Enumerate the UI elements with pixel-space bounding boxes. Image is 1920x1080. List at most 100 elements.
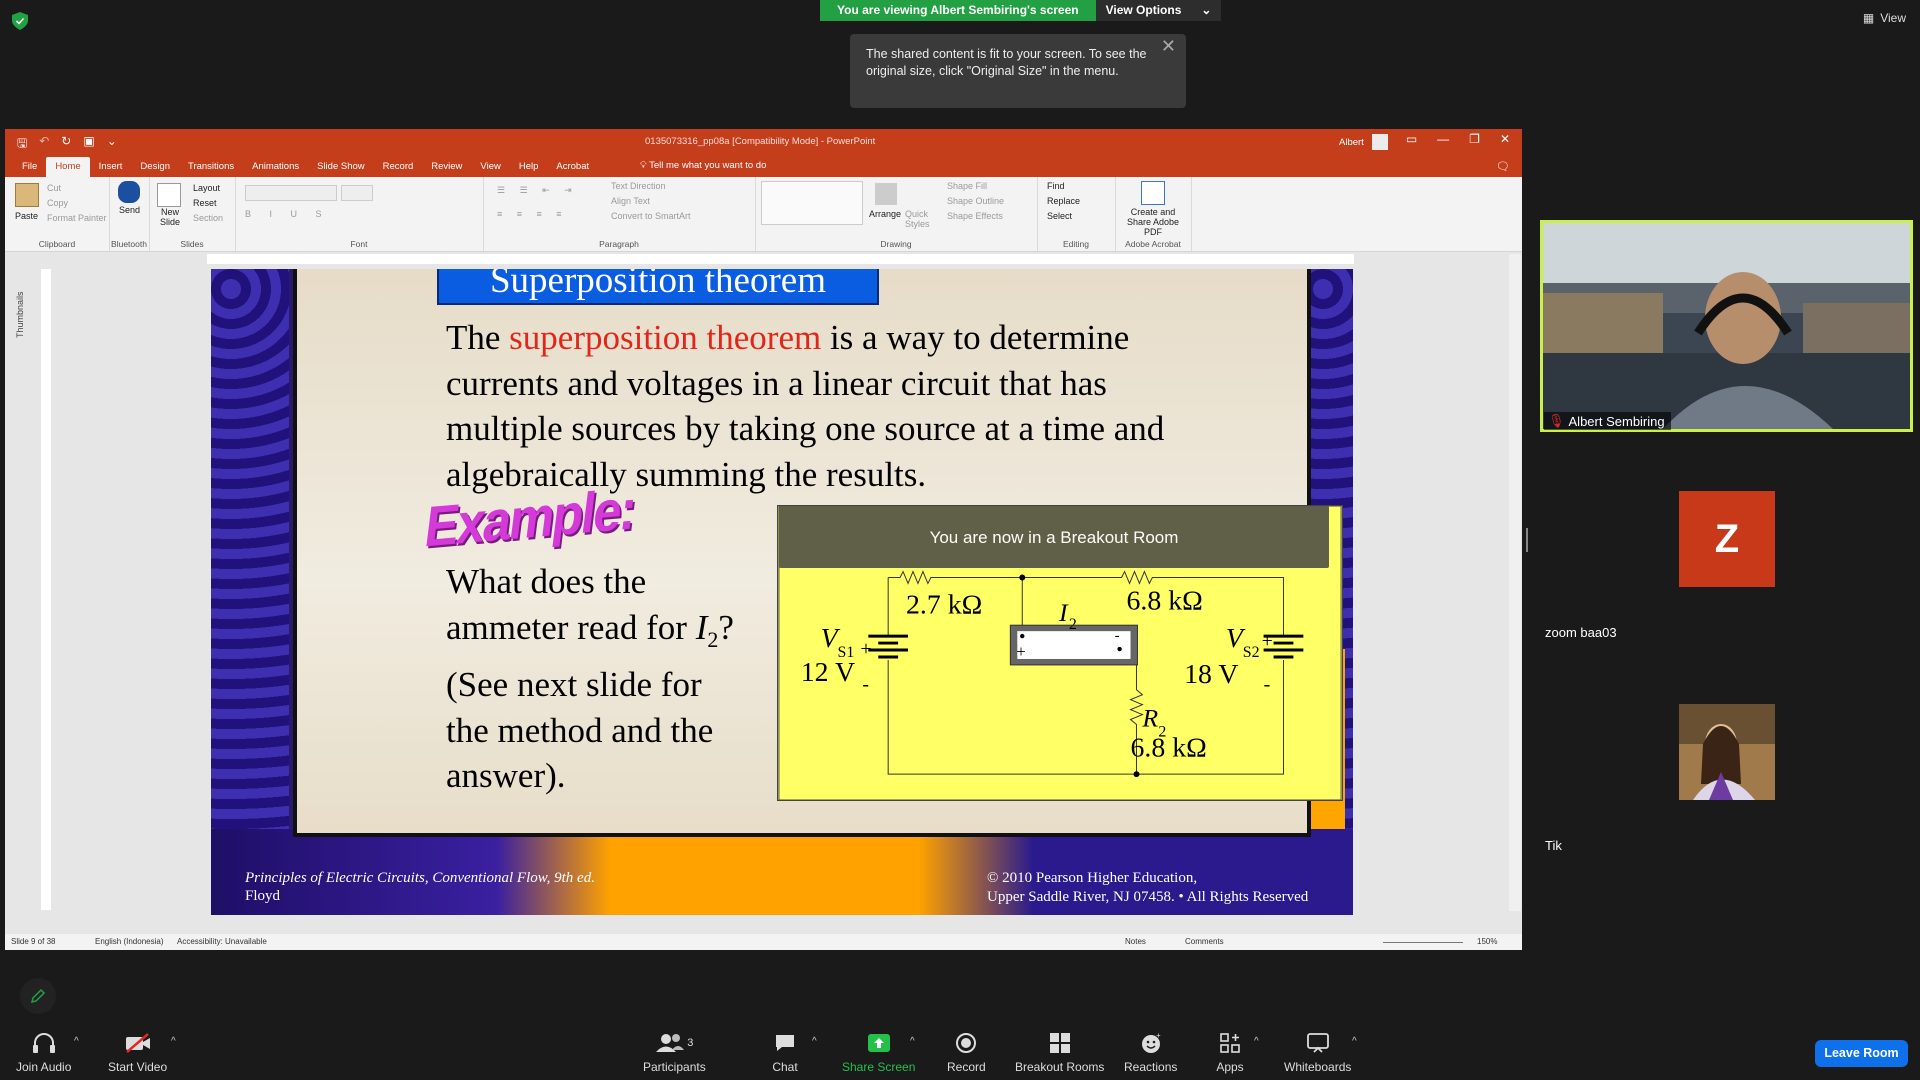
ribbon-display-icon[interactable]: ▭ (1406, 132, 1417, 146)
arrange-icon[interactable] (875, 183, 897, 205)
zoom-slider[interactable] (1383, 942, 1463, 943)
view-button[interactable]: ▦ View (1863, 11, 1906, 25)
tab-review[interactable]: Review (422, 157, 471, 177)
copyright-line-1: © 2010 Pearson Higher Education, (987, 870, 1198, 886)
new-slide-button[interactable]: New Slide (155, 207, 185, 227)
cut-button[interactable]: Cut (47, 183, 61, 193)
format-painter-button[interactable]: Format Painter (47, 213, 107, 223)
tab-animations[interactable]: Animations (243, 157, 308, 177)
shape-outline-button[interactable]: Shape Outline (947, 196, 1004, 206)
apps-icon (1215, 1030, 1245, 1056)
text-direction-button[interactable]: Text Direction (611, 181, 666, 191)
undo-icon[interactable]: ↶ (39, 134, 49, 155)
share-options-chevron[interactable]: ^ (910, 1036, 915, 1047)
tab-help[interactable]: Help (510, 157, 548, 177)
pdf-icon[interactable] (1141, 181, 1165, 205)
paste-icon[interactable] (15, 183, 39, 207)
chat-button[interactable]: Chat (770, 1030, 800, 1074)
close-icon[interactable]: ✕ (1161, 37, 1176, 55)
participant-video-albert[interactable] (1540, 220, 1913, 432)
list-icons[interactable]: ☰ ☰ ⇤ ⇥ (497, 185, 578, 196)
create-share-pdf-button[interactable]: Create and Share Adobe PDF (1119, 207, 1187, 237)
tab-file[interactable]: File (13, 157, 46, 177)
redo-icon[interactable]: ↻ (61, 134, 71, 155)
whiteboards-options-chevron[interactable]: ^ (1352, 1036, 1357, 1047)
comments-button[interactable]: Comments (1185, 937, 1224, 946)
tab-acrobat[interactable]: Acrobat (547, 157, 598, 177)
participant-avatar-tik[interactable] (1679, 704, 1775, 800)
whiteboards-button[interactable]: Whiteboards (1284, 1030, 1351, 1074)
participants-button[interactable]: 3 Participants (643, 1030, 706, 1074)
chat-options-chevron[interactable]: ^ (812, 1036, 817, 1047)
language-status[interactable]: English (Indonesia) (95, 937, 163, 946)
start-video-button[interactable]: Start Video (108, 1030, 167, 1074)
breakout-rooms-button[interactable]: Breakout Rooms (1015, 1030, 1104, 1074)
font-family-field[interactable] (245, 185, 337, 201)
tab-home[interactable]: Home (46, 157, 90, 177)
participant-avatar-zoom-baa03[interactable]: Z (1679, 491, 1775, 587)
apps-button[interactable]: Apps (1215, 1030, 1245, 1074)
account-area[interactable]: Albert (1339, 134, 1388, 150)
tab-record[interactable]: Record (374, 157, 423, 177)
section-button[interactable]: Section (193, 213, 223, 223)
paste-button[interactable]: Paste (15, 211, 38, 221)
participant-name-zoom-baa03: zoom baa03 (1545, 625, 1617, 640)
quick-styles-button[interactable]: Quick Styles (905, 209, 930, 229)
tab-transitions[interactable]: Transitions (179, 157, 243, 177)
annotate-button[interactable] (20, 978, 56, 1014)
shapes-gallery[interactable] (761, 181, 863, 225)
align-text-button[interactable]: Align Text (611, 196, 650, 206)
customize-qat-icon[interactable]: ⌄ (107, 134, 117, 155)
copy-button[interactable]: Copy (47, 198, 68, 208)
slide-canvas[interactable]: Superposition theorem The superposition … (211, 269, 1353, 915)
share-screen-button[interactable]: Share Screen (842, 1030, 915, 1074)
apps-options-chevron[interactable]: ^ (1254, 1036, 1259, 1047)
leave-room-button[interactable]: Leave Room (1815, 1040, 1908, 1067)
new-slide-icon[interactable] (157, 183, 181, 207)
slide-body-text: The superposition theorem is a way to de… (446, 315, 1206, 497)
align-icons[interactable]: ≡ ≡ ≡ ≡ (497, 209, 568, 219)
tab-design[interactable]: Design (131, 157, 179, 177)
replace-button[interactable]: Replace (1047, 196, 1080, 206)
restore-icon[interactable]: ❐ (1469, 132, 1480, 146)
clipboard-group: Paste Cut Copy Format Painter Clipboard (5, 177, 110, 251)
zoom-level[interactable]: 150% (1477, 937, 1497, 946)
send-button[interactable]: Send (119, 205, 140, 215)
video-options-chevron[interactable]: ^ (171, 1036, 176, 1047)
tab-slide-show[interactable]: Slide Show (308, 157, 374, 177)
select-button[interactable]: Select (1047, 211, 1072, 221)
shape-effects-button[interactable]: Shape Effects (947, 211, 1003, 221)
close-window-icon[interactable]: ✕ (1500, 132, 1510, 146)
tab-view[interactable]: View (471, 157, 509, 177)
paragraph-group-label: Paragraph (599, 239, 639, 249)
view-options-button[interactable]: View Options ⌄ (1095, 0, 1222, 21)
shape-fill-button[interactable]: Shape Fill (947, 181, 987, 191)
bluetooth-icon[interactable] (118, 181, 140, 203)
reset-button[interactable]: Reset (193, 198, 217, 208)
convert-smartart-button[interactable]: Convert to SmartArt (611, 211, 691, 221)
minimize-icon[interactable]: — (1437, 132, 1449, 146)
font-format-buttons[interactable]: B I U S (245, 209, 330, 219)
thumbnails-pane-toggle[interactable]: Thumbnails (15, 291, 25, 338)
present-icon[interactable]: ▣ (83, 134, 94, 155)
accessibility-status[interactable]: Accessibility: Unavailable (177, 937, 267, 946)
find-button[interactable]: Find (1047, 181, 1065, 191)
join-audio-button[interactable]: Join Audio (16, 1030, 71, 1074)
security-shield-icon[interactable] (12, 12, 28, 30)
panel-splitter-handle[interactable] (1526, 528, 1528, 552)
notes-button[interactable]: Notes (1125, 937, 1146, 946)
vs2-subscript: S2 (1243, 644, 1260, 661)
tell-me-search[interactable]: 💡︎ Tell me what you want to do (640, 160, 766, 171)
vertical-scrollbar[interactable] (1509, 254, 1521, 911)
reactions-button[interactable]: + Reactions (1124, 1030, 1177, 1074)
record-button[interactable]: Record (947, 1030, 986, 1074)
layout-button[interactable]: Layout (193, 183, 220, 193)
audio-options-chevron[interactable]: ^ (74, 1036, 79, 1047)
save-icon[interactable]: 🖫 (17, 134, 27, 155)
vs1-value: 12 V (801, 657, 855, 688)
tab-insert[interactable]: Insert (90, 157, 132, 177)
arrange-button[interactable]: Arrange (869, 209, 901, 219)
breakout-rooms-label: Breakout Rooms (1015, 1060, 1105, 1074)
comments-icon[interactable]: 🗨︎ (1496, 160, 1510, 173)
font-size-field[interactable] (341, 185, 373, 201)
